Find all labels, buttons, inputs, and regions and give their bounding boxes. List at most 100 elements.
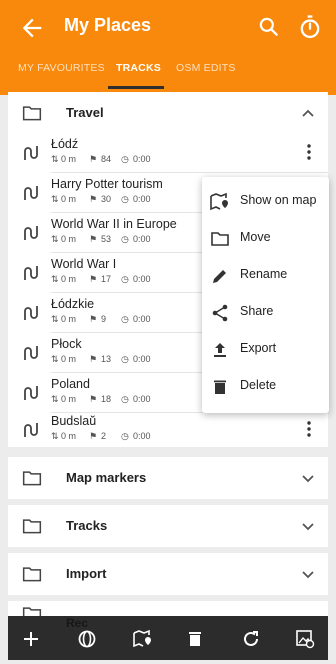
group-import[interactable]: Import [8, 553, 328, 595]
menu-item-show-on-map[interactable]: Show on map [202, 183, 329, 220]
track-distance: 0 m [61, 274, 77, 284]
menu-label: Move [240, 230, 271, 244]
track-time: 0:00 [133, 394, 151, 404]
page-title: My Places [64, 15, 152, 35]
distance-icon: ⇅ [51, 194, 59, 204]
menu-item-rename[interactable]: Rename [202, 257, 329, 294]
track-name: World War I [51, 257, 117, 271]
flag-icon: ⚑ [89, 431, 98, 441]
distance-icon: ⇅ [51, 431, 59, 441]
track-time: 0:00 [133, 431, 151, 441]
group-label: Import [66, 566, 107, 581]
track-name: Budslaŭ [51, 414, 97, 428]
distance-icon: ⇅ [51, 274, 59, 284]
distance-icon: ⇅ [51, 354, 59, 364]
route-icon [24, 186, 38, 200]
clock-icon: ◷ [121, 234, 129, 244]
track-name: Łódzkie [51, 297, 95, 311]
group-tracks[interactable]: Tracks [8, 505, 328, 547]
track-points: 30 [101, 194, 112, 204]
folder-icon [22, 607, 42, 616]
distance-icon: ⇅ [51, 154, 59, 164]
distance-icon: ⇅ [51, 234, 59, 244]
menu-item-share[interactable]: Share [202, 294, 329, 331]
flag-icon: ⚑ [89, 234, 98, 244]
route-icon [24, 226, 38, 240]
track-points: 53 [101, 234, 112, 244]
map-marker-icon [210, 192, 228, 211]
route-icon [24, 146, 38, 160]
track-time: 0:00 [133, 154, 151, 164]
refresh-icon[interactable] [240, 628, 262, 650]
trash-icon [214, 380, 226, 394]
track-row[interactable]: Łódź ⇅ 0 m ⚑ 84 ◷ 0:00 [8, 133, 328, 173]
track-time: 0:00 [133, 234, 151, 244]
clock-icon: ◷ [121, 314, 129, 324]
track-distance: 0 m [61, 354, 77, 364]
stopwatch-icon[interactable] [296, 13, 324, 41]
more-options-icon[interactable] [302, 419, 316, 439]
group-rec[interactable] [8, 601, 328, 616]
trash-icon[interactable] [184, 628, 206, 650]
flag-icon: ⚑ [89, 394, 98, 404]
group-header-travel[interactable]: Travel [8, 92, 328, 134]
track-points: 18 [101, 394, 112, 404]
menu-label: Delete [240, 378, 277, 392]
track-points: 13 [101, 354, 112, 364]
menu-label: Show on map [240, 193, 317, 207]
chevron-up-icon[interactable] [300, 106, 316, 120]
upload-icon [214, 343, 226, 357]
folder-icon [22, 471, 42, 486]
track-time: 0:00 [133, 314, 151, 324]
group-label: Map markers [66, 470, 147, 485]
tab-bar: MY FAVOURITES TRACKS OSM EDITS [0, 56, 336, 90]
group-label: Travel [66, 105, 104, 120]
track-points: 2 [101, 431, 107, 441]
menu-label: Share [240, 304, 274, 318]
menu-item-export[interactable]: Export [202, 331, 329, 368]
back-arrow-icon[interactable] [18, 14, 46, 42]
show-on-map-icon[interactable] [132, 628, 154, 650]
track-distance: 0 m [61, 234, 77, 244]
flag-icon: ⚑ [89, 314, 98, 324]
track-distance: 0 m [61, 154, 77, 164]
flag-icon: ⚑ [89, 354, 98, 364]
more-options-icon[interactable] [302, 142, 316, 162]
track-time: 0:00 [133, 194, 151, 204]
share-icon [212, 304, 228, 322]
chevron-down-icon[interactable] [300, 519, 316, 533]
clock-icon: ◷ [121, 154, 129, 164]
search-icon[interactable] [256, 14, 282, 40]
track-distance: 0 m [61, 431, 77, 441]
menu-label: Export [240, 341, 277, 355]
add-icon[interactable] [20, 628, 42, 650]
group-map-markers[interactable]: Map markers [8, 457, 328, 499]
track-time: 0:00 [133, 274, 151, 284]
track-points: 17 [101, 274, 112, 284]
pencil-icon [213, 270, 226, 283]
tab-osm-edits[interactable]: OSM EDITS [176, 62, 236, 74]
track-row[interactable]: Budslaŭ ⇅ 0 m ⚑ 2 ◷ 0:00 [8, 410, 328, 450]
clock-icon: ◷ [121, 274, 129, 284]
distance-icon: ⇅ [51, 314, 59, 324]
flag-icon: ⚑ [89, 154, 98, 164]
app-bar: My Places MY FAVOURITES TRACKS OSM EDITS [0, 0, 336, 95]
track-distance: 0 m [61, 394, 77, 404]
tab-tracks[interactable]: TRACKS [116, 62, 161, 74]
track-points: 9 [101, 314, 107, 324]
clock-icon: ◷ [121, 194, 129, 204]
route-icon [24, 386, 38, 400]
menu-item-move[interactable]: Move [202, 220, 329, 257]
chevron-down-icon[interactable] [300, 567, 316, 581]
menu-label: Rename [240, 267, 288, 281]
chevron-down-icon[interactable] [300, 471, 316, 485]
route-icon [24, 266, 38, 280]
route-icon [24, 423, 38, 437]
bottom-action-bar: Rec [8, 616, 328, 660]
menu-item-delete[interactable]: Delete [202, 368, 329, 405]
clock-icon: ◷ [121, 354, 129, 364]
tab-my-favourites[interactable]: MY FAVOURITES [18, 62, 105, 74]
image-settings-icon[interactable] [294, 628, 316, 650]
globe-icon[interactable] [76, 628, 98, 650]
track-name: Harry Potter tourism [51, 177, 163, 191]
